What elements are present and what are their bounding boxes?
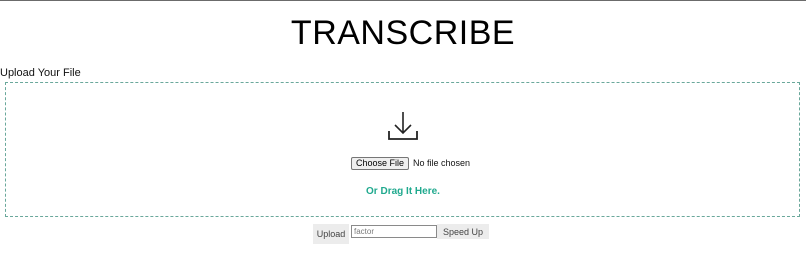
- action-controls: Upload Speed Up: [313, 224, 489, 246]
- top-divider: [0, 0, 806, 1]
- download-icon: [388, 112, 418, 140]
- file-status-text: No file chosen: [413, 158, 471, 168]
- factor-input[interactable]: [351, 225, 437, 238]
- upload-section-label: Upload Your File: [0, 67, 81, 79]
- choose-file-button[interactable]: Choose File: [351, 156, 410, 170]
- drag-hint-text: Or Drag It Here.: [366, 186, 440, 197]
- file-picker: Choose File No file chosen: [351, 156, 470, 170]
- page-title: TRANSCRIBE: [290, 14, 516, 52]
- upload-button[interactable]: Upload: [313, 224, 349, 244]
- speed-up-button[interactable]: Speed Up: [437, 224, 489, 239]
